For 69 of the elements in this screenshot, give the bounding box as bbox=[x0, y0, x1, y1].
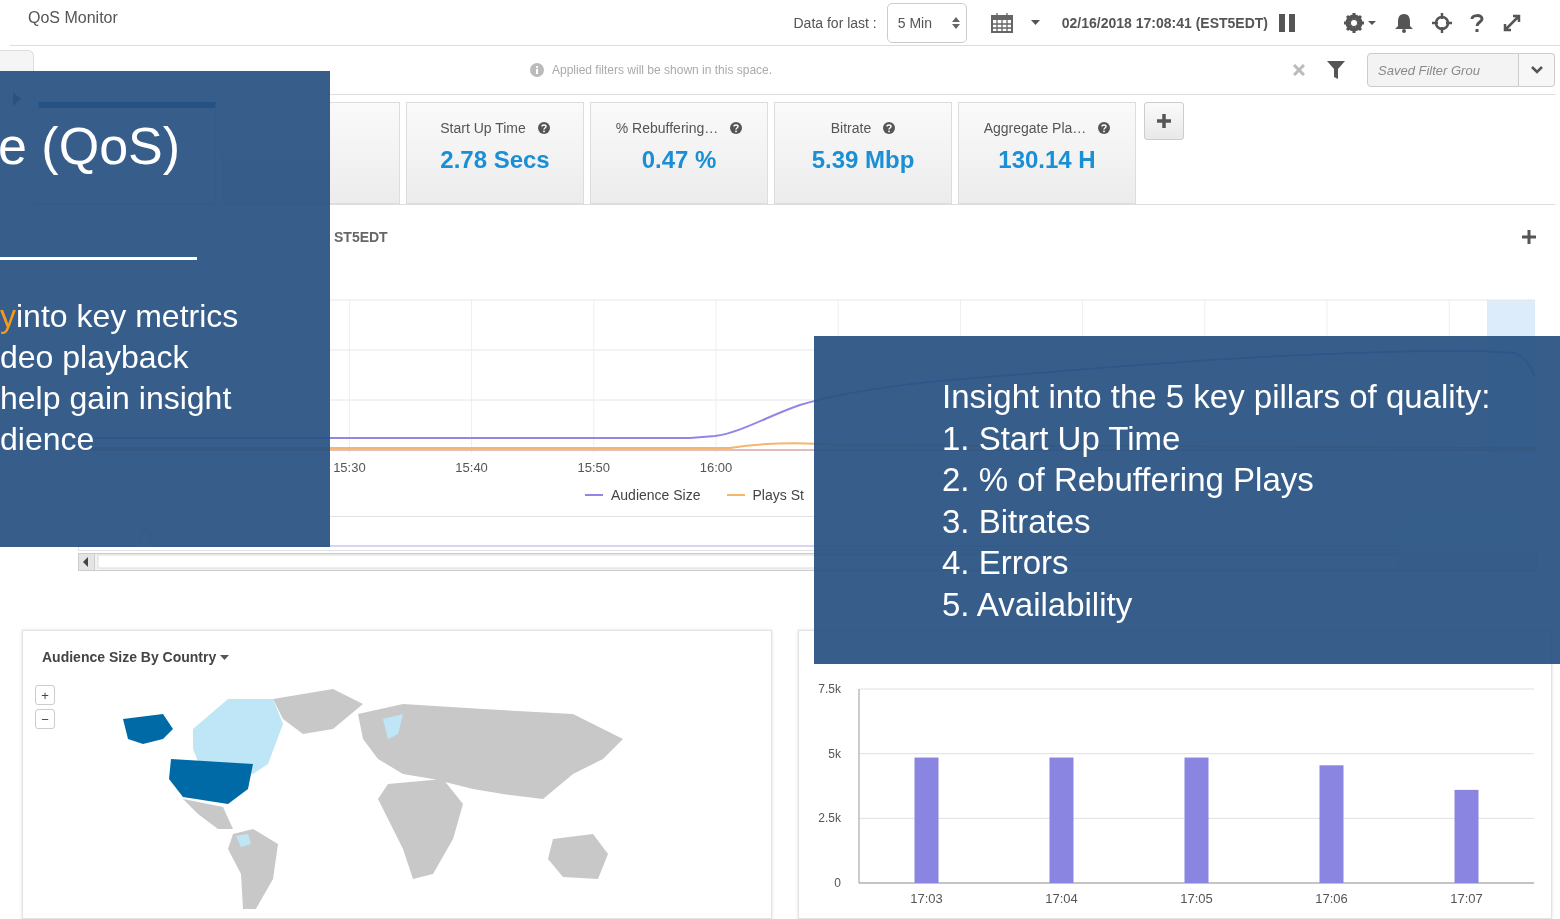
slide-text: deo playback bbox=[0, 338, 189, 377]
axis-label: 15:50 bbox=[577, 460, 611, 475]
crosshair-icon[interactable] bbox=[1432, 12, 1452, 33]
date-range-text: ST5EDT bbox=[334, 229, 388, 245]
axis-label: 15:40 bbox=[455, 460, 488, 475]
axis-label: 17:07 bbox=[1450, 891, 1483, 906]
help-icon[interactable] bbox=[1470, 12, 1484, 33]
slide-list-item: 3. Bitrates bbox=[942, 501, 1091, 542]
metric-tile[interactable]: Aggregate Pla… 130.14 H bbox=[958, 102, 1136, 204]
metric-value: 0.47 % bbox=[641, 146, 717, 174]
metric-label: Start Up Time bbox=[440, 120, 526, 136]
help-icon[interactable] bbox=[883, 122, 896, 134]
plus-icon bbox=[1156, 113, 1172, 129]
axis-label: 7.5k bbox=[818, 682, 841, 696]
slide-heading: Insight into the 5 key pillars of quality: bbox=[942, 377, 1491, 417]
help-icon[interactable] bbox=[730, 122, 743, 134]
help-icon[interactable] bbox=[537, 122, 550, 134]
filter-icon[interactable] bbox=[1327, 61, 1345, 79]
metric-label: % Rebuffering… bbox=[615, 120, 719, 136]
pause-icon[interactable] bbox=[1278, 13, 1296, 32]
slide-list-item: 4. Errors bbox=[942, 543, 1069, 583]
sort-arrows-icon bbox=[951, 16, 960, 29]
axis-label: 17:06 bbox=[1315, 891, 1348, 906]
metric-tile[interactable]: % Rebuffering… 0.47 % bbox=[590, 102, 768, 204]
metric-tile[interactable]: Start Up Time 2.78 Secs bbox=[406, 102, 584, 204]
plus-icon[interactable] bbox=[1522, 230, 1536, 244]
legend-label[interactable]: Audience Size bbox=[611, 487, 701, 503]
slide-list-item: 2. % of Rebuffering Plays bbox=[942, 460, 1314, 500]
slide-text: dience bbox=[0, 420, 95, 459]
metric-value: 2.78 Secs bbox=[440, 146, 550, 174]
axis-label: 16:00 bbox=[699, 460, 733, 475]
calendar-icon[interactable] bbox=[990, 12, 1013, 33]
slide-title: e (QoS) bbox=[0, 116, 181, 177]
dropdown-button[interactable] bbox=[1519, 53, 1555, 87]
axis-label: 2.5k bbox=[818, 811, 841, 826]
caret-icon[interactable] bbox=[1030, 20, 1040, 25]
zoom-out-button[interactable]: − bbox=[35, 709, 55, 729]
filter-hint: Applied filters will be shown in this space. bbox=[552, 63, 773, 77]
legend-label[interactable]: Plays St bbox=[752, 487, 804, 503]
metric-label: Bitrate bbox=[830, 120, 872, 136]
bell-icon[interactable] bbox=[1394, 12, 1414, 33]
axis-label: 17:05 bbox=[1180, 891, 1213, 906]
metric-value: 5.39 Mbp bbox=[811, 146, 915, 174]
slide-list-item: 5. Availability bbox=[942, 584, 1133, 625]
info-icon bbox=[530, 63, 544, 77]
range-select[interactable]: 5 Min bbox=[886, 2, 967, 43]
slide-text: yinto key metrics bbox=[0, 297, 239, 336]
axis-label: 5k bbox=[828, 746, 841, 761]
metric-tile[interactable]: Bitrate 5.39 Mbp bbox=[774, 102, 952, 204]
expand-icon[interactable] bbox=[1502, 12, 1522, 33]
saved-filter-field[interactable]: Saved Filter Grou bbox=[1367, 53, 1519, 87]
metric-value: 130.14 H bbox=[998, 146, 1096, 174]
axis-label: 0 bbox=[834, 876, 841, 890]
chevron-icon bbox=[1530, 66, 1543, 74]
help-icon[interactable] bbox=[1098, 122, 1111, 134]
slide-text: help gain insight bbox=[0, 379, 232, 418]
add-metric-button[interactable] bbox=[1144, 102, 1184, 140]
caret-icon[interactable] bbox=[220, 654, 230, 660]
metric-label: Aggregate Pla… bbox=[983, 120, 1087, 136]
range-label: Data for last : bbox=[793, 14, 877, 31]
timestamp: 02/16/2018 17:08:41 (EST5EDT) bbox=[1061, 14, 1268, 31]
settings-icon[interactable] bbox=[1344, 12, 1376, 33]
axis-label: 17:03 bbox=[910, 891, 943, 906]
slide-list-item: 1. Start Up Time bbox=[942, 418, 1181, 459]
axis-label: 17:04 bbox=[1045, 891, 1078, 906]
zoom-in-button[interactable]: + bbox=[35, 685, 55, 705]
app-title: QoS Monitor bbox=[28, 8, 118, 27]
card-title[interactable]: Audience Size By Country bbox=[42, 649, 217, 665]
axis-label: 15:30 bbox=[333, 460, 366, 475]
